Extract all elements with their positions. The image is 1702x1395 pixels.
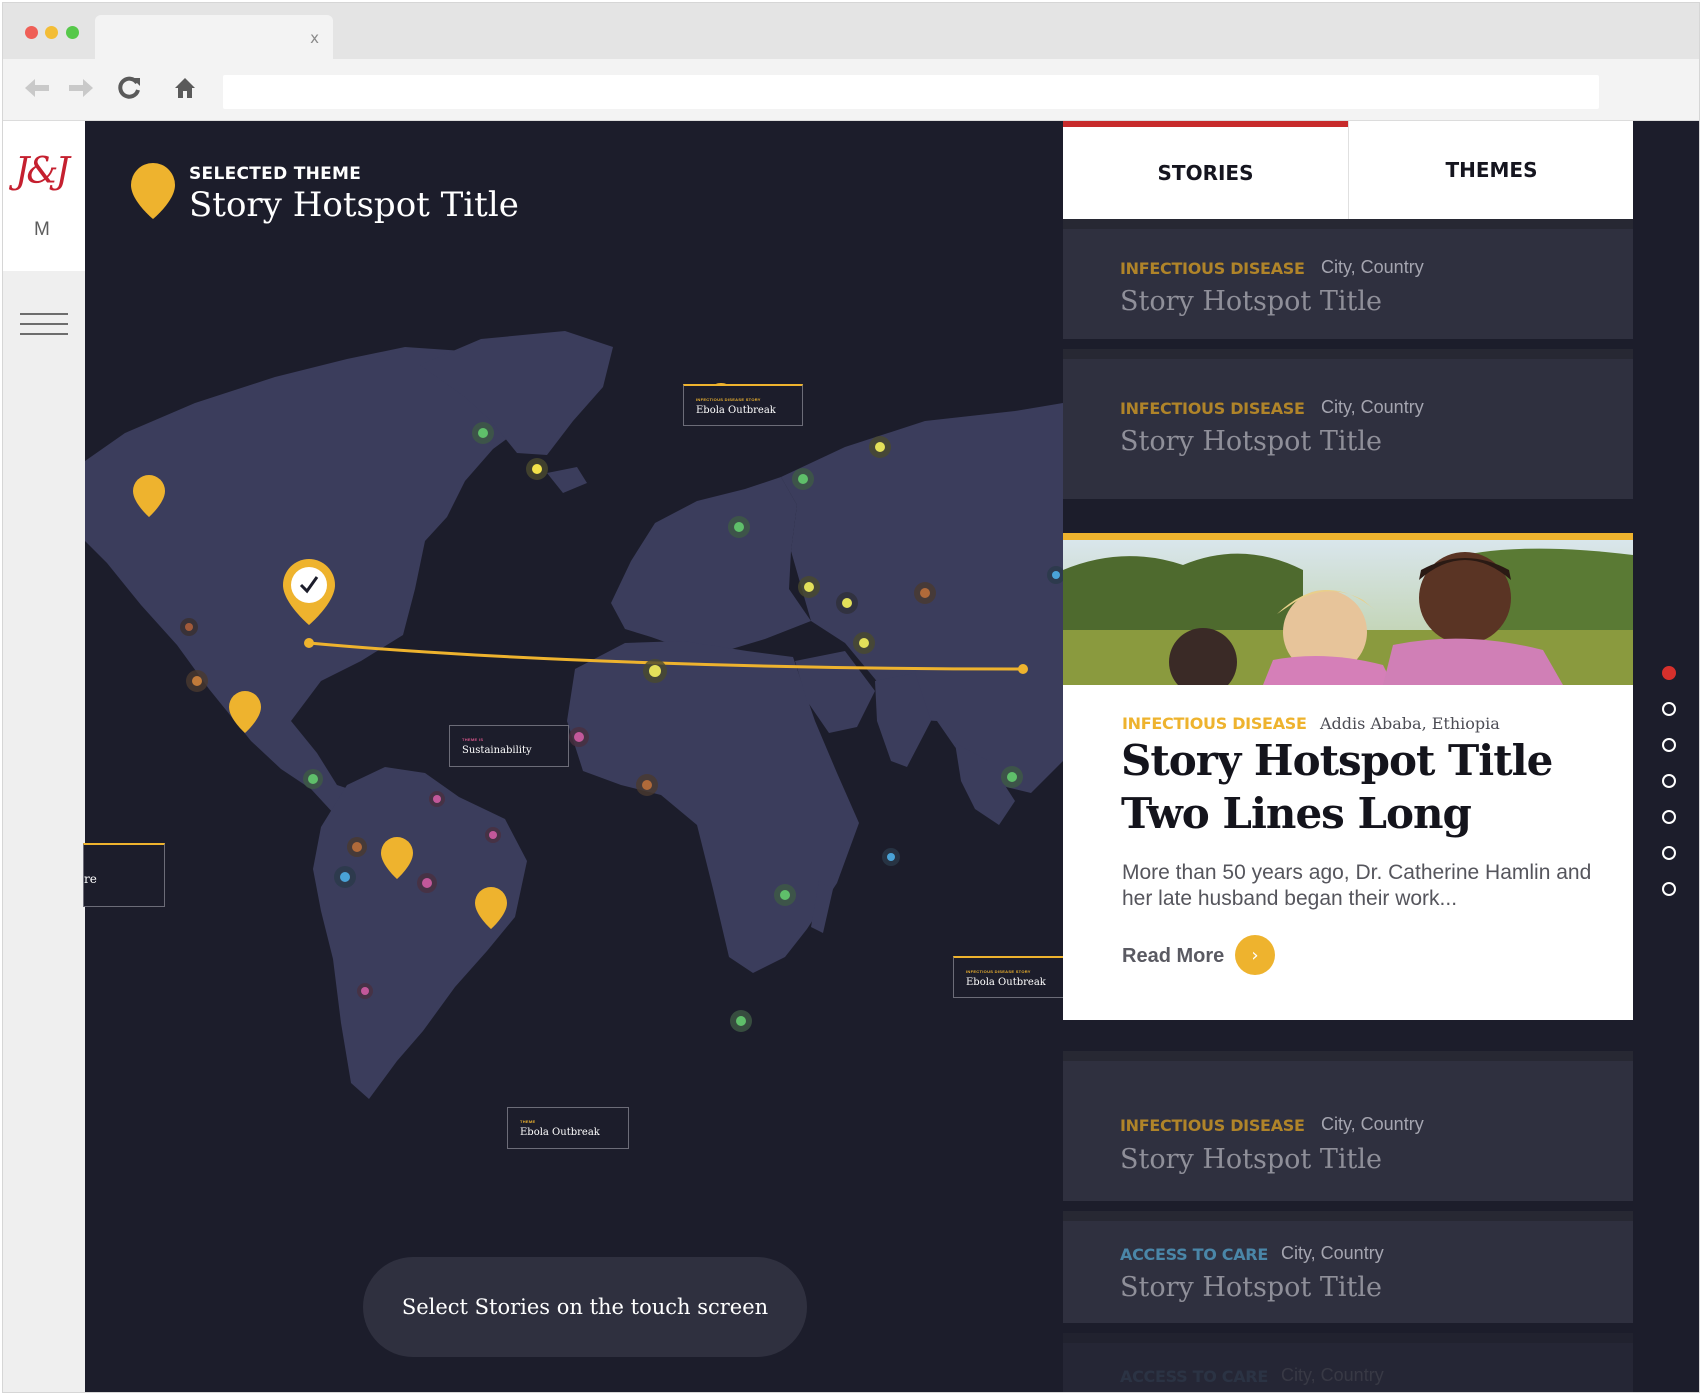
map-label-kicker: INFECTIOUS DISEASE STORY (966, 969, 1031, 974)
page-dot[interactable] (1662, 882, 1676, 896)
forward-button[interactable] (65, 72, 97, 104)
story-location: City, Country (1321, 397, 1424, 417)
story-category: ACCESS TO CARE (1120, 1245, 1268, 1264)
story-title: Story Hotspot Title (1120, 286, 1382, 317)
featured-story-card[interactable]: INFECTIOUS DISEASE Addis Ababa, Ethiopia… (1063, 533, 1633, 1020)
story-card[interactable]: INFECTIOUS DISEASE City, Country Story H… (1063, 219, 1633, 339)
back-arrow-icon (25, 79, 49, 97)
map-label-text: Sustainability (462, 745, 532, 756)
page-dot[interactable] (1662, 774, 1676, 788)
featured-category: INFECTIOUS DISEASE (1122, 714, 1307, 733)
featured-excerpt: More than 50 years ago, Dr. Catherine Ha… (1122, 861, 1592, 910)
story-location: City, Country (1321, 257, 1424, 277)
sidebar: J&J M (3, 121, 85, 1392)
map-label[interactable]: re (83, 843, 165, 907)
map-label-kicker: THEME IS (462, 737, 484, 742)
map-label-text: Ebola Outbreak (696, 405, 776, 416)
logo[interactable]: J&J M (3, 121, 85, 271)
touch-screen-prompt: Select Stories on the touch screen (363, 1257, 807, 1357)
map-label[interactable]: INFECTIOUS DISEASE STORY Ebola Outbreak (683, 384, 803, 426)
south-america (313, 767, 527, 1099)
story-title: Story Hotspot Title (1120, 426, 1382, 457)
story-card[interactable]: ACCESS TO CARE City, Country Story Hotsp… (1063, 1211, 1633, 1323)
map-label[interactable]: INFECTIOUS DISEASE STORY Ebola Outbreak (953, 956, 1065, 998)
map-label-kicker: THEME (520, 1119, 536, 1124)
page-dot[interactable] (1662, 666, 1676, 680)
map-label[interactable]: THEME Ebola Outbreak (507, 1107, 629, 1149)
title-bar: x (3, 3, 1699, 60)
browser-toolbar (3, 59, 1699, 121)
stories-panel: STORIES THEMES INFECTIOUS DISEASE City, … (1063, 121, 1633, 1392)
story-title: Story Hotspot Title (1120, 1144, 1382, 1175)
page-dot[interactable] (1662, 846, 1676, 860)
logo-letter: M (34, 219, 50, 240)
back-button[interactable] (21, 72, 53, 104)
page-dot[interactable] (1662, 810, 1676, 824)
story-location: City, Country (1281, 1243, 1384, 1263)
selected-pin-badge (291, 567, 327, 603)
tab-close-icon[interactable]: x (310, 29, 319, 47)
map-label[interactable]: THEME IS Sustainability (449, 725, 569, 767)
story-card[interactable]: INFECTIOUS DISEASE City, Country Story H… (1063, 1051, 1633, 1201)
connector-end-dot (1018, 664, 1028, 674)
tab-themes[interactable]: THEMES (1349, 121, 1634, 219)
close-window-button[interactable] (25, 26, 38, 39)
selected-theme-title: Story Hotspot Title (189, 185, 519, 225)
maximize-window-button[interactable] (66, 26, 79, 39)
story-location: City, Country (1281, 1365, 1384, 1385)
browser-window: x J&J M SELECTED THEME Story Hotspot Tit… (2, 2, 1700, 1393)
panel-tabs: STORIES THEMES (1063, 121, 1633, 219)
world-map (85, 331, 1063, 1099)
home-button[interactable] (169, 72, 201, 104)
chevron-right-icon[interactable]: › (1235, 935, 1275, 975)
map-area: SELECTED THEME Story Hotspot Title INFEC… (83, 121, 1065, 1392)
story-location: City, Country (1321, 1114, 1424, 1134)
page-dot[interactable] (1662, 702, 1676, 716)
map-label-kicker: INFECTIOUS DISEASE STORY (696, 397, 761, 402)
address-bar[interactable] (223, 75, 1599, 109)
connector-origin-dot (304, 638, 314, 648)
menu-icon[interactable] (20, 313, 68, 339)
europe (611, 477, 811, 651)
forward-arrow-icon (69, 79, 93, 97)
story-category: INFECTIOUS DISEASE (1120, 399, 1305, 418)
story-title: Story Hotspot Title (1120, 1272, 1382, 1303)
reload-icon (118, 76, 140, 99)
page-dot[interactable] (1662, 738, 1676, 752)
story-photo (1063, 540, 1633, 685)
map-label-text: re (84, 872, 97, 886)
minimize-window-button[interactable] (45, 26, 58, 39)
map-label-text: Ebola Outbreak (966, 977, 1046, 988)
story-category: ACCESS TO CARE (1120, 1367, 1268, 1386)
story-card[interactable]: INFECTIOUS DISEASE City, Country Story H… (1063, 349, 1633, 499)
featured-location: Addis Ababa, Ethiopia (1320, 714, 1500, 733)
story-card[interactable]: ACCESS TO CARE City, Country (1063, 1333, 1633, 1392)
logo-script: J&J (15, 151, 70, 192)
tab-stories[interactable]: STORIES (1063, 121, 1348, 219)
home-icon (175, 78, 195, 98)
map-label-text: Ebola Outbreak (520, 1127, 600, 1138)
browser-tab[interactable]: x (95, 15, 333, 60)
map-pin-icon (131, 163, 175, 219)
app-screen: J&J M SELECTED THEME Story Hotspot Title… (3, 121, 1699, 1392)
page-indicator (1662, 666, 1682, 918)
reload-button[interactable] (113, 72, 145, 104)
story-category: INFECTIOUS DISEASE (1120, 1116, 1305, 1135)
selected-theme-label: SELECTED THEME (189, 164, 362, 184)
read-more-link[interactable]: Read More (1122, 945, 1224, 968)
featured-title: Story Hotspot Title Two Lines Long (1121, 736, 1553, 838)
iceland (547, 467, 587, 493)
story-category: INFECTIOUS DISEASE (1120, 259, 1305, 278)
